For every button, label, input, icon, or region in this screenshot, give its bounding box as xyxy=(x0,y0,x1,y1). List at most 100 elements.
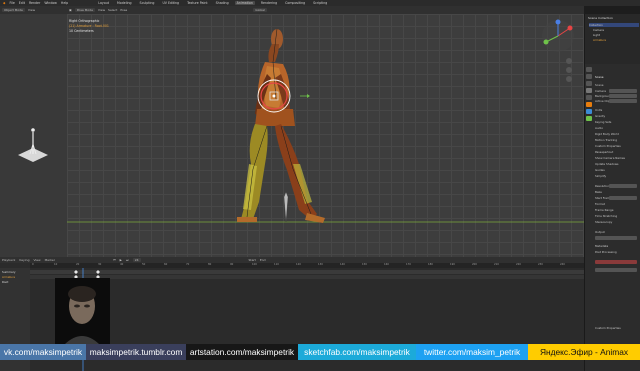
timeline-menu-playback[interactable]: Playback xyxy=(2,258,15,262)
outliner-item-camera[interactable]: Camera xyxy=(593,28,604,32)
prop-row-output[interactable]: Output xyxy=(595,230,605,234)
3d-viewport[interactable]: Right Orthographic (21) Armature : Root.… xyxy=(67,14,584,257)
output-tab-icon[interactable] xyxy=(586,81,592,86)
prop-row-units[interactable]: Units xyxy=(595,108,602,112)
gizmo-z-icon[interactable] xyxy=(555,19,561,25)
left-view-menu[interactable]: View xyxy=(28,8,35,12)
outliner-item-light[interactable]: Light xyxy=(593,33,600,37)
output-path-field[interactable] xyxy=(595,236,637,240)
tab-layout[interactable]: Layout xyxy=(96,1,111,5)
prop-row-scene[interactable]: Scene xyxy=(595,83,604,87)
zoom-icon[interactable] xyxy=(566,58,572,64)
prop-row-stereoscopy[interactable]: Stereoscopy xyxy=(595,220,612,224)
tool-tab-icon[interactable] xyxy=(586,67,592,72)
prop-row-guides[interactable]: Guides xyxy=(595,168,605,172)
modifier-tab-icon[interactable] xyxy=(586,109,592,114)
rewind-button-icon[interactable]: ⏮ xyxy=(113,258,116,262)
ruler-tick: 60 xyxy=(164,263,168,266)
link-yandex[interactable]: Яндекс.Эфир - Animax xyxy=(528,344,640,360)
timeline-menu-keying[interactable]: Keying xyxy=(19,258,29,262)
data-tab-icon[interactable] xyxy=(586,116,592,121)
timeline-menu-view[interactable]: View xyxy=(33,258,40,262)
tab-scripting[interactable]: Scripting xyxy=(311,1,329,5)
prop-row-frame-range[interactable]: Frame Range xyxy=(595,208,613,212)
forward-button-icon[interactable]: ⏭ xyxy=(126,258,129,262)
camera-field[interactable] xyxy=(609,89,637,93)
camera-preview-pane[interactable] xyxy=(0,14,67,257)
prop-row-update-shadows[interactable]: Update Shadows xyxy=(595,162,619,166)
viewport-menu-select[interactable]: Select xyxy=(108,8,117,12)
current-frame-field[interactable]: 24 xyxy=(132,258,141,262)
prop-row-motion-tracking[interactable]: Motion Tracking xyxy=(595,138,617,142)
world-tab-icon[interactable] xyxy=(586,95,592,100)
property-field[interactable] xyxy=(595,268,637,272)
root-bone-control[interactable] xyxy=(283,191,289,223)
active-clip-field[interactable] xyxy=(609,99,637,103)
tab-uv-editing[interactable]: UV Editing xyxy=(160,1,181,5)
start-frame-field[interactable] xyxy=(609,196,637,200)
timeline-menu-marker[interactable]: Marker xyxy=(45,258,55,262)
gizmo-y-icon[interactable] xyxy=(543,39,549,45)
outliner-item-armature[interactable]: Armature xyxy=(593,38,606,42)
red-highlight-field[interactable] xyxy=(595,260,637,264)
transform-orientation-dropdown[interactable]: Global xyxy=(253,8,267,12)
tab-texture-paint[interactable]: Texture Paint xyxy=(185,1,210,5)
scene-tab-icon[interactable] xyxy=(586,88,592,93)
prop-row-audio[interactable]: Audio xyxy=(595,126,603,130)
viewport-menu-view[interactable]: View xyxy=(98,8,105,12)
y-axis-arrow-icon[interactable] xyxy=(307,94,310,98)
render-tab-icon[interactable] xyxy=(586,74,592,79)
ruler-tick: 130 xyxy=(318,263,323,266)
background-field[interactable] xyxy=(609,94,637,98)
prop-row-keying-sets[interactable]: Keying Sets xyxy=(595,120,611,124)
camera-view-icon[interactable] xyxy=(566,76,572,82)
link-tumblr[interactable]: maksimpetrik.tumblr.com xyxy=(86,344,186,360)
link-artstation[interactable]: artstation.com/maksimpetrik xyxy=(186,344,298,360)
menu-window[interactable]: Window xyxy=(44,1,57,5)
menu-edit[interactable]: Edit xyxy=(19,1,25,5)
prop-row-gravity[interactable]: Gravity xyxy=(595,114,605,118)
ruler-tick: 80 xyxy=(208,263,212,266)
link-twitter[interactable]: twitter.com/maksim_petrik xyxy=(416,344,528,360)
tab-rendering[interactable]: Rendering xyxy=(259,1,279,5)
channel-summary[interactable]: Summary xyxy=(2,270,16,274)
viewport-scene xyxy=(67,28,584,223)
prop-row-show-camera-names[interactable]: Show Camera Names xyxy=(595,156,625,160)
prop-row-bake[interactable]: Bake xyxy=(595,190,602,194)
tab-modeling[interactable]: Modeling xyxy=(115,1,134,5)
prop-row-post-processing[interactable]: Post Processing xyxy=(595,250,617,254)
link-sketchfab[interactable]: sketchfab.com/maksimpetrik xyxy=(298,344,416,360)
channel-armature[interactable]: Armature xyxy=(2,275,15,279)
eye-shape xyxy=(74,304,80,308)
channel-root[interactable]: Root xyxy=(2,280,8,284)
blender-logo-icon[interactable]: ◆ xyxy=(3,1,5,5)
tab-sculpting[interactable]: Sculpting xyxy=(138,1,157,5)
play-button-icon[interactable]: ▶ xyxy=(120,258,122,262)
prop-row-format[interactable]: Format xyxy=(595,202,605,206)
prop-row-passepartout[interactable]: Passepartout xyxy=(595,150,613,154)
menu-help[interactable]: Help xyxy=(61,1,68,5)
gizmo-x-icon[interactable] xyxy=(567,25,573,31)
prop-row-custom-properties[interactable]: Custom Properties xyxy=(595,326,621,330)
viewport-menu-pose[interactable]: Pose xyxy=(120,8,127,12)
tab-animation[interactable]: Animation xyxy=(234,1,255,5)
tab-shading[interactable]: Shading xyxy=(214,1,231,5)
left-mode-dropdown[interactable]: Object Mode xyxy=(2,8,25,12)
pose-mode-dropdown[interactable]: Pose Mode xyxy=(74,8,95,12)
menu-file[interactable]: File xyxy=(9,1,14,5)
pan-icon[interactable] xyxy=(566,67,572,73)
prop-row-time-stretching[interactable]: Time Stretching xyxy=(595,214,617,218)
link-sketchfab-label: sketchfab.com/maksimpetrik xyxy=(304,347,410,357)
prop-row-rigid-body[interactable]: Rigid Body World xyxy=(595,132,619,136)
prop-row-simplify[interactable]: Simplify xyxy=(595,174,606,178)
menu-render[interactable]: Render xyxy=(29,1,40,5)
object-tab-icon[interactable] xyxy=(586,102,592,107)
resolution-field[interactable] xyxy=(609,184,637,188)
editor-type-icon[interactable]: ▣ xyxy=(69,8,72,12)
tab-compositing[interactable]: Compositing xyxy=(283,1,307,5)
outliner-item-collection[interactable]: Collection xyxy=(589,23,639,27)
prop-row-custom-props[interactable]: Custom Properties xyxy=(595,144,621,148)
navigation-gizmo[interactable] xyxy=(540,18,576,54)
prop-row-metadata[interactable]: Metadata xyxy=(595,244,608,248)
link-vk[interactable]: vk.com/maksimpetrik xyxy=(0,344,86,360)
